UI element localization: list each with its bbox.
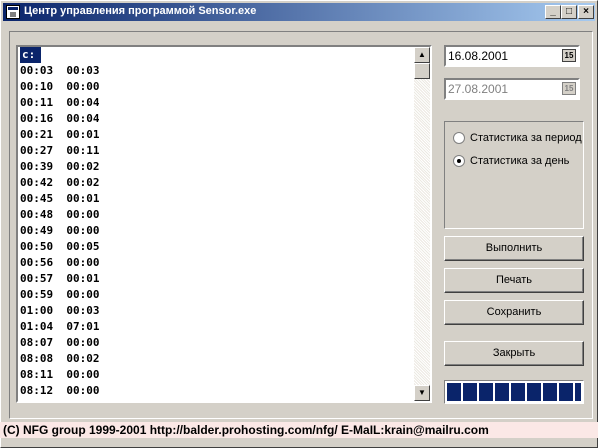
minimize-button[interactable]: _ [545,5,561,19]
scroll-thumb[interactable] [414,63,430,79]
list-item-text: 00:57 00:01 [20,272,100,285]
window-title: Центр управления программой Sensor.exe [24,5,257,17]
list-item[interactable]: 00:39 00:02 [18,159,414,175]
vertical-scrollbar[interactable]: ▲ ▼ [414,47,430,401]
scroll-down-button[interactable]: ▼ [414,385,430,401]
radio-button-icon[interactable] [453,155,465,168]
list-item-text: 08:07 00:00 [20,336,100,349]
statistics-listbox[interactable]: c: 00:03 00:03 00:10 00:00 00:11 00:04 00:16… [16,45,432,403]
start-date-value: 16.08.2001 [448,49,509,63]
list-item-text: 08:08 00:02 [20,352,100,365]
list-item[interactable]: 00:56 00:00 [18,255,414,271]
list-item-text: 00:10 00:00 [20,80,100,93]
list-item-text: 00:27 00:11 [20,144,100,157]
close-window-button[interactable]: × [578,5,594,19]
list-item-text: c: [20,47,42,63]
run-button[interactable]: Выполнить [444,236,584,261]
list-item[interactable]: 00:49 00:00 [18,223,414,239]
progress-fill [447,383,581,401]
radio-period-label: Статистика за период [470,132,582,144]
end-date-picker: 27.08.2001 15 [444,78,580,100]
mode-groupbox: Статистика за период Статистика за день [444,121,584,229]
scroll-up-button[interactable]: ▲ [414,47,430,63]
radio-day[interactable]: Статистика за день [453,155,569,171]
list-item[interactable]: 08:11 00:00 [18,367,414,383]
list-item[interactable]: 01:00 00:03 [18,303,414,319]
status-bar: (C) NFG group 1999-2001 http://balder.pr… [0,422,598,438]
list-item[interactable]: 01:04 07:01 [18,319,414,335]
list-item[interactable]: 00:03 00:03 [18,63,414,79]
list-item-text: 01:00 00:03 [20,304,100,317]
list-item[interactable]: 00:42 00:02 [18,175,414,191]
list-item-text: 08:11 00:00 [20,368,100,381]
radio-period[interactable]: Статистика за период [453,132,582,148]
list-item[interactable]: 00:10 00:00 [18,79,414,95]
list-item-text: 00:42 00:02 [20,176,100,189]
app-icon[interactable] [6,5,20,19]
main-window: Центр управления программой Sensor.exe _… [0,0,598,448]
radio-button-icon[interactable] [453,132,465,145]
list-item[interactable]: 00:16 00:04 [18,111,414,127]
list-item[interactable]: 00:48 00:00 [18,207,414,223]
calendar-icon[interactable]: 15 [562,49,576,62]
list-items: c: 00:03 00:03 00:10 00:00 00:11 00:04 00:16… [18,47,414,401]
list-item-text: 00:39 00:02 [20,160,100,173]
list-item-text: 00:49 00:00 [20,224,100,237]
list-item[interactable]: 00:57 00:01 [18,271,414,287]
list-item[interactable]: c: [18,47,414,63]
close-button[interactable]: Закрыть [444,341,584,366]
list-item[interactable]: 00:21 00:01 [18,127,414,143]
list-item[interactable]: 00:45 00:01 [18,191,414,207]
list-item-text: 00:16 00:04 [20,112,100,125]
list-item[interactable]: 08:08 00:02 [18,351,414,367]
list-item-text: 00:03 00:03 [20,64,100,77]
list-item-text: 00:59 00:00 [20,288,100,301]
list-item-text: 01:04 07:01 [20,320,100,333]
list-item-text: 00:50 00:05 [20,240,100,253]
radio-day-label: Статистика за день [470,155,570,167]
progress-bar [444,380,584,404]
list-item-text: 00:48 00:00 [20,208,100,221]
list-item[interactable]: 08:07 00:00 [18,335,414,351]
list-item-text: 00:11 00:04 [20,96,100,109]
list-item[interactable]: 00:27 00:11 [18,143,414,159]
maximize-button[interactable]: □ [561,5,577,19]
title-bar[interactable]: Центр управления программой Sensor.exe _… [3,3,595,21]
calendar-icon: 15 [562,82,576,95]
list-item-text: 00:56 00:00 [20,256,100,269]
start-date-picker[interactable]: 16.08.2001 15 [444,45,580,67]
list-item[interactable]: 00:11 00:04 [18,95,414,111]
list-item[interactable]: 00:59 00:00 [18,287,414,303]
list-item-text: 00:45 00:01 [20,192,100,205]
list-item-text: 00:21 00:01 [20,128,100,141]
print-button[interactable]: Печать [444,268,584,293]
list-item[interactable]: 00:50 00:05 [18,239,414,255]
end-date-value: 27.08.2001 [448,82,509,96]
save-button[interactable]: Сохранить [444,300,584,325]
list-item[interactable]: 08:12 00:00 [18,383,414,399]
list-item-text: 08:12 00:00 [20,384,100,397]
